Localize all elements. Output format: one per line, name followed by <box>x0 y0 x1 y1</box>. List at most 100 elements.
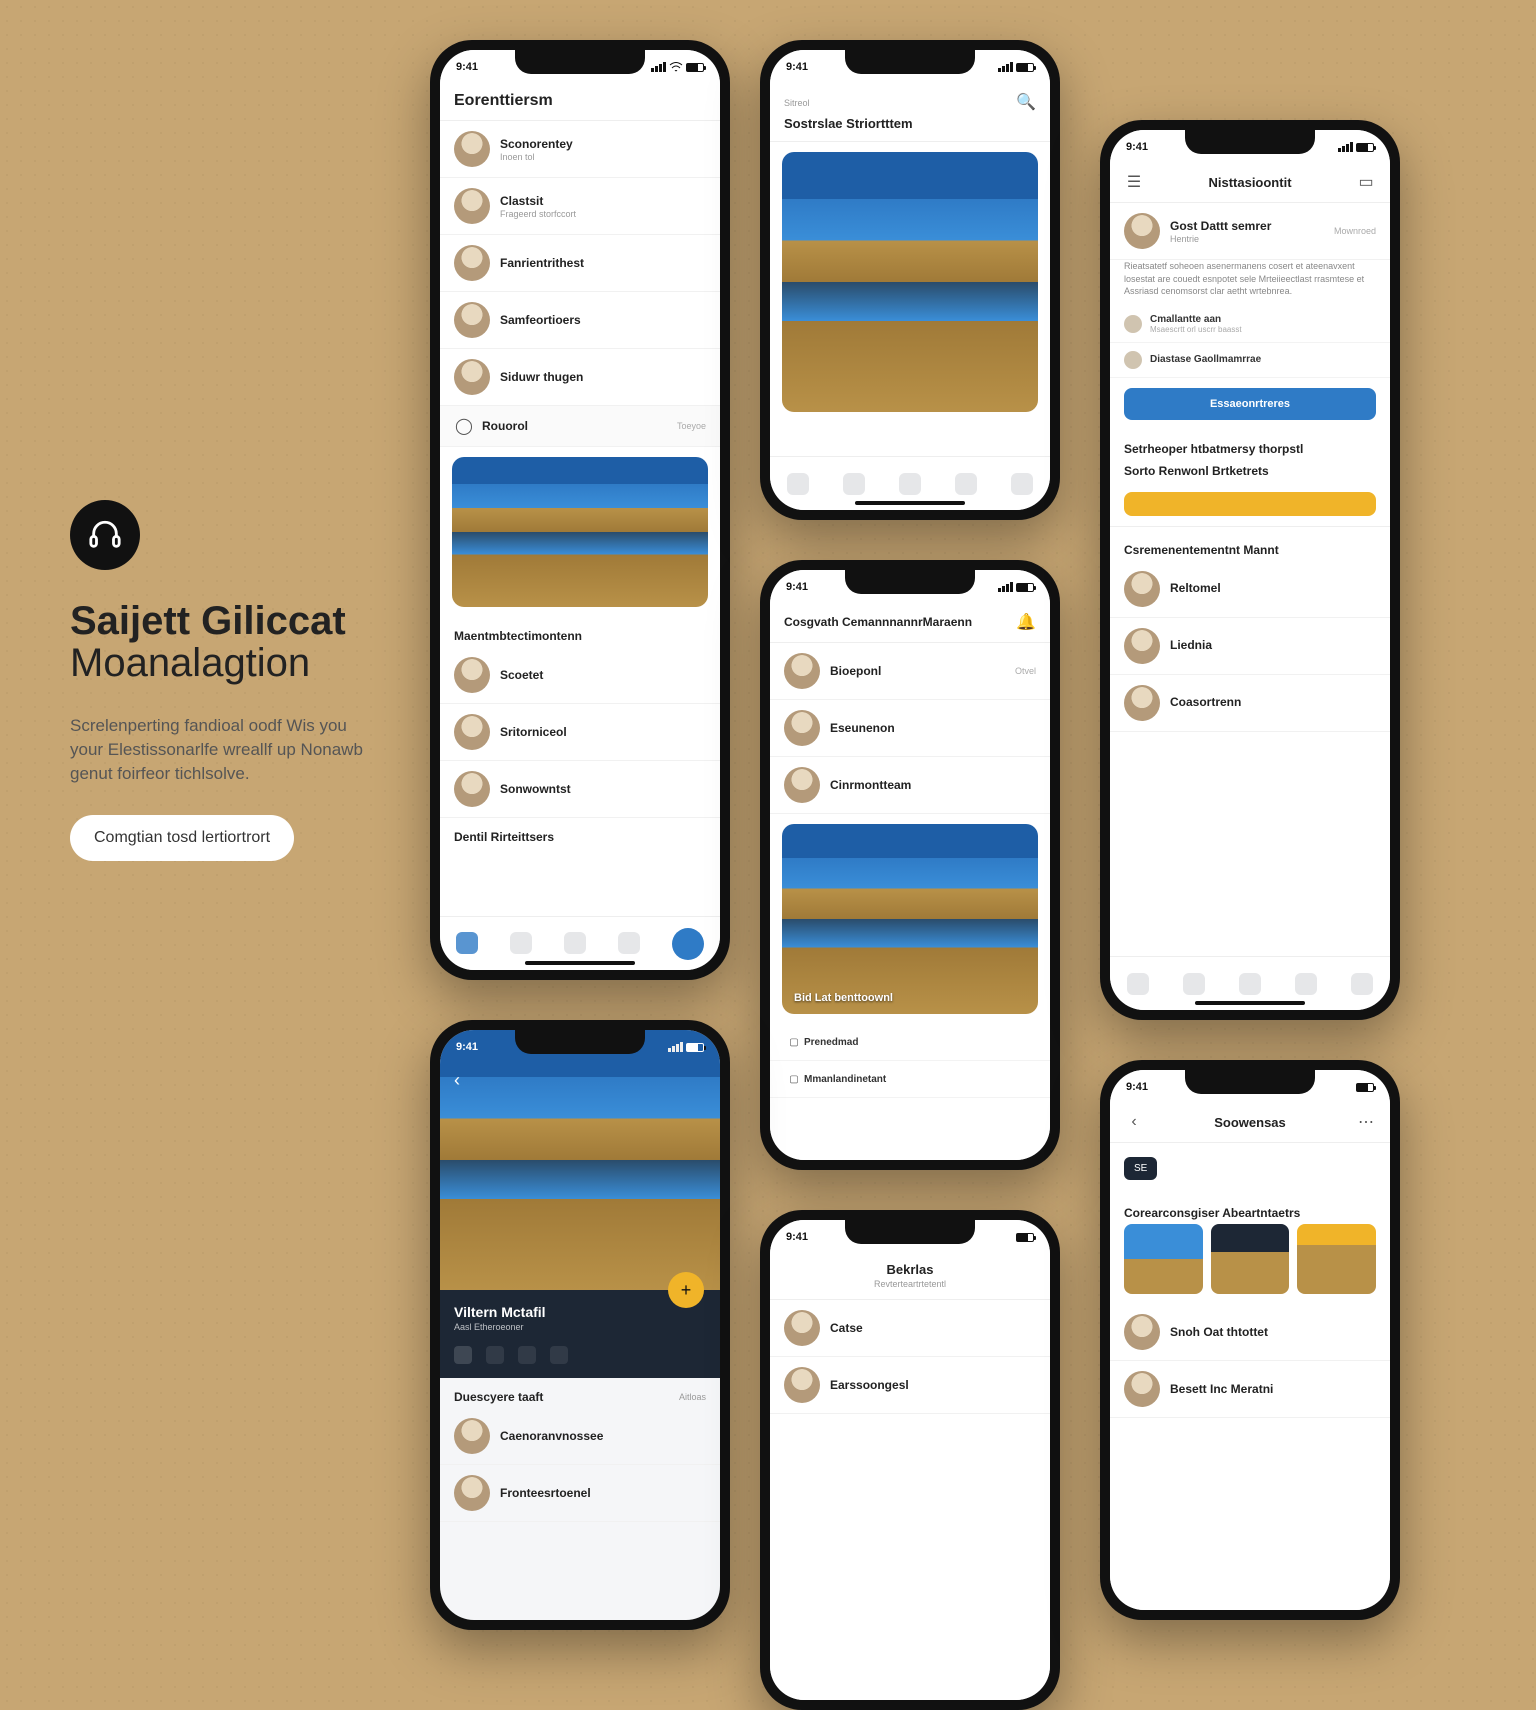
option-2[interactable]: Diastase Gaollmamrrae <box>1110 343 1390 378</box>
list-item[interactable]: Caenoranvnossee <box>440 1408 720 1465</box>
badge: SE <box>1124 1157 1157 1180</box>
list-item[interactable]: Liednia <box>1110 618 1390 675</box>
thumbnail[interactable] <box>1297 1224 1376 1294</box>
more-icon[interactable]: ⋯ <box>1356 1112 1376 1132</box>
landscape-image[interactable] <box>452 457 708 607</box>
phone-profile: 9:41 ‹ + Viltern Mctafil Aasl Etheroeone… <box>430 1020 730 1630</box>
list-item[interactable]: Earssoongesl <box>770 1357 1050 1414</box>
post-image[interactable]: Bid Lat benttoownl <box>782 824 1038 1014</box>
logo-badge <box>70 500 140 570</box>
profile-name: Viltern Mctafil <box>454 1304 706 1320</box>
tab-d[interactable] <box>1295 973 1317 995</box>
list-item[interactable]: Cinrmontteam <box>770 757 1050 814</box>
list-item[interactable]: Scoetet <box>440 647 720 704</box>
tab-e[interactable] <box>1351 973 1373 995</box>
section-title: Corearconsgiser Abeartntaetrs <box>1124 1206 1300 1220</box>
search-icon[interactable]: 🔍 <box>1016 92 1036 112</box>
phone-contacts-feed: 9:41 Eorenttiersm SconorenteyInoen tolCl… <box>430 40 730 980</box>
square-icon: ▢ <box>784 1069 804 1089</box>
hero-image[interactable] <box>782 152 1038 412</box>
primary-button[interactable]: Essaeonrtreres <box>1124 388 1376 420</box>
list-item[interactable]: Catse <box>770 1300 1050 1357</box>
back-icon[interactable]: ‹ <box>454 1070 460 1091</box>
list-item[interactable]: Fronteesrtoenel <box>440 1465 720 1522</box>
section-title: Maentmbtectimontenn <box>454 629 582 643</box>
list-item[interactable]: Fanrientrithest <box>440 235 720 292</box>
section-link[interactable]: Aitloas <box>679 1392 706 1402</box>
secondary-button[interactable] <box>1124 492 1376 516</box>
tab-home[interactable] <box>456 932 478 956</box>
image-caption: Bid Lat benttoownl <box>794 992 893 1004</box>
list-item[interactable]: Samfeortioers <box>440 292 720 349</box>
phone-gallery: 9:41 ‹ Soowensas ⋯ SE Corearconsgiser Ab… <box>1100 1060 1400 1620</box>
thumbnail[interactable] <box>1211 1224 1290 1294</box>
list-item[interactable]: Sritorniceol <box>440 704 720 761</box>
tab-4[interactable] <box>618 932 640 956</box>
bookmark-icon[interactable]: ▭ <box>1356 172 1376 192</box>
phone-post-card: 9:41 Cosgvath CemannnannrMaraenn 🔔 Bioep… <box>760 560 1060 1170</box>
tab-e[interactable] <box>1011 473 1033 495</box>
section-label: Setrheoper htbatmersy thorpstl <box>1124 442 1303 456</box>
tab-2[interactable] <box>510 932 532 956</box>
seg-4[interactable] <box>550 1346 568 1364</box>
bell-icon[interactable]: 🔔 <box>1016 612 1036 632</box>
list-item[interactable]: Snoh Oat thtottet <box>1110 1304 1390 1361</box>
add-fab[interactable]: + <box>668 1272 704 1308</box>
detail-row-2[interactable]: ▢ Mmanlandinetant <box>770 1061 1050 1098</box>
title-line-2: Moanalagtion <box>70 642 370 684</box>
list-item[interactable]: Reltomel <box>1110 561 1390 618</box>
tab-b[interactable] <box>1183 973 1205 995</box>
profile-subtitle: Aasl Etheroeoner <box>454 1322 706 1332</box>
profile-cover: ‹ <box>440 1030 720 1290</box>
back-label[interactable]: Sitreol <box>784 98 810 108</box>
thumbnail[interactable] <box>1124 1224 1203 1294</box>
list-item[interactable]: Siduwr thugen <box>440 349 720 406</box>
header-subtitle: Revterteartrtetentl <box>784 1279 1036 1289</box>
phone-list-minimal: 9:41 Bekrlas Revterteartrtetentl CatseEa… <box>760 1210 1060 1710</box>
list-item[interactable]: BioeponlOtvel <box>770 643 1050 700</box>
menu-icon[interactable]: ☰ <box>1124 172 1144 192</box>
option-1[interactable]: Cmallantte aan Msaescrtt orl uscrr baass… <box>1110 306 1390 343</box>
seg-1[interactable] <box>454 1346 472 1364</box>
list-item[interactable]: Sonwowntst <box>440 761 720 818</box>
phone-image-detail: 9:41 Sitreol 🔍 Sostrslae Striortttem <box>760 40 1060 520</box>
thumbnail-row <box>1110 1224 1390 1304</box>
seg-3[interactable] <box>518 1346 536 1364</box>
description-text: Rieatsatetf soheoen asenermanens cosert … <box>1110 260 1390 306</box>
header-title: Nisttasioontit <box>1208 175 1291 190</box>
author-row[interactable]: Gost Dattt semrer Hentrie Mownroed <box>1110 203 1390 260</box>
tab-3[interactable] <box>564 932 586 956</box>
marketing-blurb: Screlenperting fandioal oodf Wis you you… <box>70 714 370 785</box>
list-item[interactable]: Eseunenon <box>770 700 1050 757</box>
square-icon: ▢ <box>784 1032 804 1052</box>
detail-row[interactable]: ▢ Prenedmad <box>770 1024 1050 1061</box>
phone-settings: 9:41 ☰ Nisttasioontit ▭ Gost Dattt semre… <box>1100 120 1400 1020</box>
circle-icon: ◯ <box>454 416 474 436</box>
marketing-sidebar: Saijett Giliccat Moanalagtion Screlenper… <box>70 500 370 861</box>
back-icon[interactable]: ‹ <box>1124 1112 1144 1132</box>
screen-header: Eorenttiersm <box>440 84 720 121</box>
tab-b[interactable] <box>843 473 865 495</box>
status-time: 9:41 <box>456 61 478 73</box>
list-item[interactable]: SconorenteyInoen tol <box>440 121 720 178</box>
footer-item-name: Rouorol <box>482 419 671 433</box>
header-title: Soowensas <box>1214 1115 1286 1130</box>
list-title: Csremenentementnt Mannt <box>1124 543 1279 557</box>
cta-button[interactable]: Comgtian tosd lertiortrort <box>70 815 294 861</box>
wifi-icon <box>669 62 683 72</box>
seg-2[interactable] <box>486 1346 504 1364</box>
tab-c[interactable] <box>899 473 921 495</box>
tab-d[interactable] <box>955 473 977 495</box>
tab-c[interactable] <box>1239 973 1261 995</box>
list-item[interactable]: Coasortrenn <box>1110 675 1390 732</box>
tab-fab[interactable] <box>672 928 704 960</box>
tab-a[interactable] <box>787 473 809 495</box>
profile-card: + Viltern Mctafil Aasl Etheroeoner <box>440 1290 720 1378</box>
section-title: Duescyere taaft <box>454 1390 543 1404</box>
footer-item-meta: Toeyoe <box>677 421 706 431</box>
section-title-3: Dentil Rirteittsers <box>454 830 554 844</box>
list-item[interactable]: Besett Inc Meratni <box>1110 1361 1390 1418</box>
list-item[interactable]: ClastsitFrageerd storfccort <box>440 178 720 235</box>
tab-a[interactable] <box>1127 973 1149 995</box>
header-title: Eorenttiersm <box>454 92 706 110</box>
